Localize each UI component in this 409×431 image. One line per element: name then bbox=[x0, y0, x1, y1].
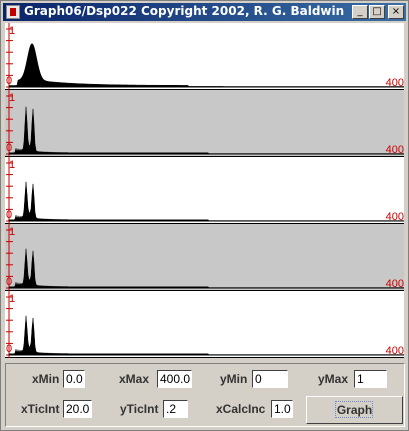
plot-canvas bbox=[6, 157, 404, 224]
xcalcinc-label: xCalcInc bbox=[216, 402, 266, 416]
yticint-label: yTicInt bbox=[120, 402, 159, 416]
graph-button-label: Graph bbox=[336, 403, 373, 417]
x-max-label: 400 bbox=[385, 211, 404, 223]
plot-3: 1 0 400 bbox=[5, 157, 404, 224]
control-row-1: xMin 0.0 xMax 400.0 yMin 0 yMax 1 bbox=[6, 370, 406, 392]
application-window: Graph06/Dsp022 Copyright 2002, R. G. Bal… bbox=[0, 0, 409, 431]
xticint-label: xTicInt bbox=[21, 402, 60, 416]
x-max-label: 400 bbox=[385, 345, 404, 357]
graph-button[interactable]: Graph bbox=[306, 396, 403, 424]
plot-1: 1 0 400 bbox=[5, 23, 404, 90]
ymin-field[interactable]: 0 bbox=[252, 370, 288, 388]
xmin-label: xMin bbox=[32, 372, 60, 386]
plot-canvas bbox=[6, 23, 404, 90]
y-zero-label: 0 bbox=[6, 142, 13, 154]
y-zero-label: 0 bbox=[6, 343, 13, 355]
x-max-label: 400 bbox=[385, 144, 404, 156]
plot-5: 1 0 400 bbox=[5, 291, 404, 358]
plot-canvas bbox=[6, 291, 404, 358]
y-zero-label: 0 bbox=[6, 75, 13, 87]
close-button[interactable]: × bbox=[388, 5, 404, 19]
xmax-field[interactable]: 400.0 bbox=[157, 370, 192, 388]
x-max-label: 400 bbox=[385, 77, 404, 89]
yticint-field[interactable]: .2 bbox=[163, 400, 188, 418]
plot-2: 1 0 400 bbox=[5, 90, 404, 157]
maximize-button[interactable]: □ bbox=[369, 5, 385, 19]
xmin-field[interactable]: 0.0 bbox=[63, 370, 85, 388]
plot-canvas bbox=[6, 90, 404, 157]
plot-canvas bbox=[6, 224, 404, 291]
xcalcinc-field[interactable]: 1.0 bbox=[271, 400, 293, 418]
ymin-label: yMin bbox=[220, 372, 248, 386]
y-max-label: 1 bbox=[9, 159, 16, 171]
spectrum-trace bbox=[8, 315, 404, 356]
ymax-field[interactable]: 1 bbox=[354, 370, 387, 388]
y-zero-label: 0 bbox=[6, 276, 13, 288]
spectrum-trace bbox=[8, 248, 404, 289]
x-max-label: 400 bbox=[385, 278, 404, 290]
y-max-label: 1 bbox=[9, 92, 16, 104]
control-panel: xMin 0.0 xMax 400.0 yMin 0 yMax 1 xTicIn… bbox=[5, 363, 405, 427]
java-app-icon[interactable] bbox=[6, 5, 20, 19]
y-zero-label: 0 bbox=[6, 209, 13, 221]
ymax-label: yMax bbox=[318, 372, 349, 386]
minimize-button[interactable]: _ bbox=[352, 5, 368, 19]
plot-4: 1 0 400 bbox=[5, 224, 404, 291]
y-max-label: 1 bbox=[9, 226, 16, 238]
y-max-label: 1 bbox=[9, 293, 16, 305]
spectrum-trace bbox=[8, 181, 404, 222]
xmax-label: xMax bbox=[119, 372, 150, 386]
spectrum-trace bbox=[8, 43, 404, 88]
y-max-label: 1 bbox=[9, 25, 16, 37]
plot-area: 1 0 400 1 0 400 1 0 400 1 0 400 1 0 400 bbox=[5, 23, 404, 361]
spectrum-trace bbox=[8, 106, 404, 155]
xticint-field[interactable]: 20.0 bbox=[63, 400, 92, 418]
window-title: Graph06/Dsp022 Copyright 2002, R. G. Bal… bbox=[24, 4, 345, 18]
title-bar[interactable]: Graph06/Dsp022 Copyright 2002, R. G. Bal… bbox=[3, 3, 406, 21]
